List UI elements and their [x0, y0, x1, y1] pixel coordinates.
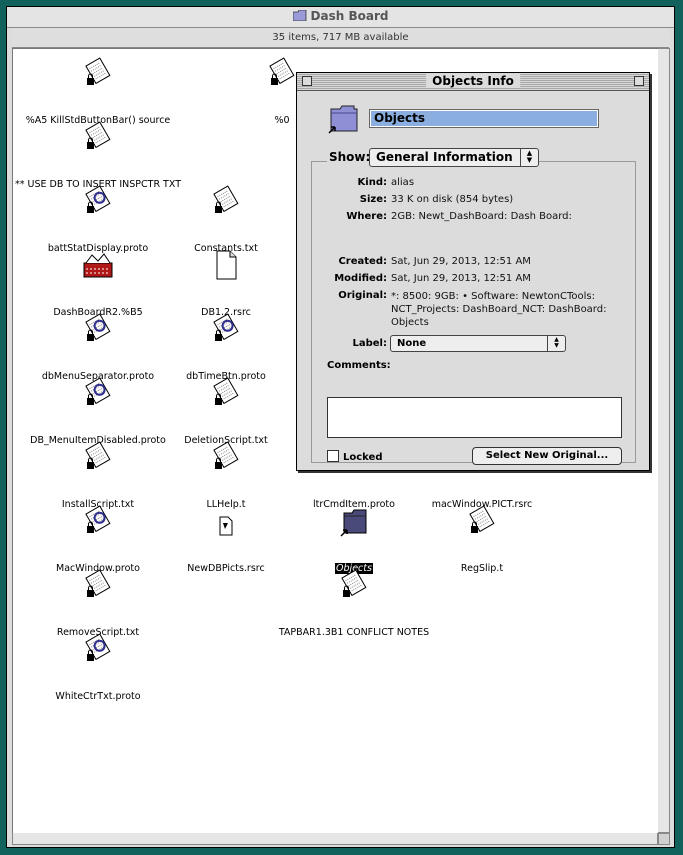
proto-icon [141, 313, 311, 345]
file-icon-label: RegSlip.t [460, 563, 504, 574]
popup-arrows-icon: ▲ ▼ [520, 149, 538, 166]
resize-handle[interactable] [658, 833, 670, 845]
comments-label: Comments: [327, 360, 391, 371]
file-icon-item[interactable]: DB1.2.rsrc [141, 249, 311, 319]
original-label: Original: [338, 290, 387, 301]
name-field-value: Objects [371, 111, 597, 126]
document-icon [141, 249, 311, 281]
locked-checkbox[interactable]: Locked [327, 450, 383, 463]
clipboard-icon [141, 377, 311, 409]
label-popup-value: None [397, 338, 427, 349]
show-popup[interactable]: General Information ▲ ▼ [369, 148, 539, 167]
info-window: Objects Info Objects Show: General Infor… [296, 72, 650, 471]
vertical-scrollbar[interactable] [658, 48, 670, 833]
file-icon-item[interactable]: dbTimeBtn.proto [141, 313, 311, 383]
created-value: Sat, Jun 29, 2013, 12:51 AM [391, 256, 531, 267]
comments-field[interactable] [327, 397, 622, 438]
original-value: *: 8500: 9GB: • Software: NewtonCTools: … [391, 291, 607, 328]
info-title: Objects Info [426, 74, 520, 88]
window-title-text: Dash Board [310, 9, 389, 23]
comments-row: Comments: [327, 360, 391, 371]
window-titlebar[interactable]: Dash Board [7, 7, 674, 28]
locked-label: Locked [343, 452, 383, 463]
clipboard-icon [13, 569, 183, 601]
name-field[interactable]: Objects [369, 109, 599, 128]
select-new-original-button[interactable]: Select New Original... [472, 447, 622, 465]
popup-arrows-icon: ▲ ▼ [547, 336, 565, 351]
file-icon-item[interactable]: RegSlip.t [397, 505, 567, 575]
file-icon-label: %0 [274, 115, 290, 126]
info-titlebar[interactable]: Objects Info [297, 73, 649, 91]
clipboard-icon [13, 57, 183, 89]
show-label: Show: [327, 150, 373, 164]
collapse-box[interactable] [634, 76, 644, 86]
file-icon-item[interactable]: ** USE DB TO INSERT INSPCTR TXT [13, 121, 183, 191]
file-icon-item[interactable]: RemoveScript.txt [13, 569, 183, 639]
label-label: Label: [352, 338, 388, 349]
checkbox-icon [327, 450, 339, 462]
size-value: 33 K on disk (854 bytes) [391, 194, 514, 205]
file-icon-label: NewDBPicts.rsrc [187, 563, 265, 574]
file-icon-item[interactable]: TAPBAR1.3B1 CONFLICT NOTES [269, 569, 439, 639]
file-icon-item[interactable]: %A5 KillStdButtonBar() source [13, 57, 183, 127]
folder-alias-icon [328, 105, 358, 134]
file-icon-label: TAPBAR1.3B1 CONFLICT NOTES [278, 627, 430, 638]
modified-value: Sat, Jun 29, 2013, 12:51 AM [391, 273, 531, 284]
where-value: 2GB: Newt_DashBoard: Dash Board: [391, 211, 572, 222]
window-status-bar: 35 items, 717 MB available [12, 28, 669, 48]
close-box[interactable] [302, 76, 312, 86]
where-label: Where: [346, 211, 387, 222]
file-icon-item[interactable]: Constants.txt [141, 185, 311, 255]
size-label: Size: [359, 194, 387, 205]
clipboard-icon [141, 185, 311, 217]
proto-icon [13, 633, 183, 665]
horizontal-scrollbar[interactable] [12, 833, 658, 845]
clipboard-icon [397, 505, 567, 537]
file-icon-label: WhiteCtrTxt.proto [55, 691, 141, 702]
clipboard-icon [269, 569, 439, 601]
kind-label: Kind: [357, 177, 387, 188]
clipboard-icon [13, 121, 183, 153]
created-label: Created: [338, 256, 387, 267]
modified-label: Modified: [334, 273, 387, 284]
label-popup[interactable]: None ▲ ▼ [390, 335, 566, 352]
folder-icon [292, 10, 306, 21]
file-icon-item[interactable]: WhiteCtrTxt.proto [13, 633, 183, 703]
kind-value: alias [391, 177, 415, 188]
file-icon-item[interactable]: DeletionScript.txt [141, 377, 311, 447]
window-title: Dash Board [7, 9, 674, 23]
show-popup-value: General Information [376, 150, 513, 164]
